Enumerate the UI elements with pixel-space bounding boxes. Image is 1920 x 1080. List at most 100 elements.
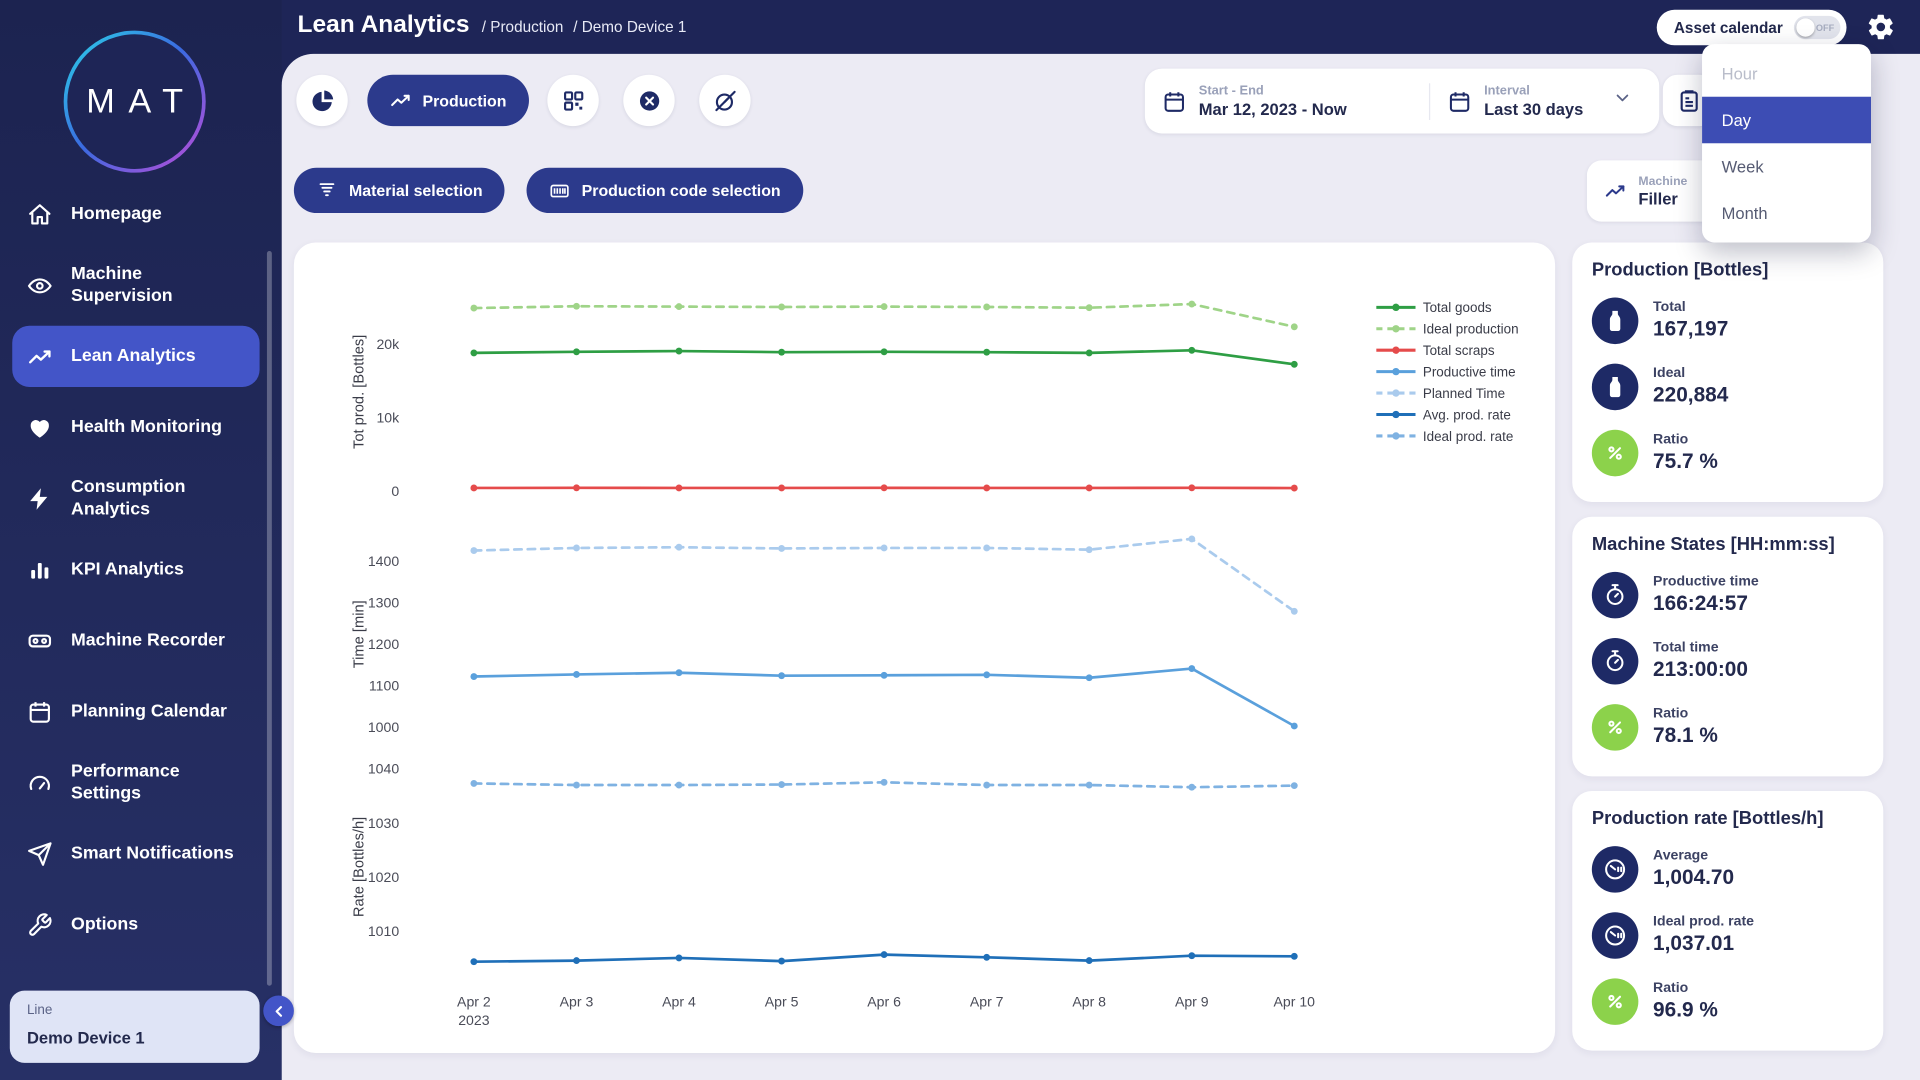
interval-dropdown: Hour Day Week Month [1702,44,1872,243]
stat-row-ideal: Ideal 220,884 [1591,354,1864,420]
material-filter-icon [319,182,335,196]
svg-text:1400: 1400 [368,553,399,569]
line-chart-icon [391,94,410,107]
sidebar-item-kpi-analytics[interactable]: KPI Analytics [12,539,259,600]
sidebar-item-label: Performance Settings [71,761,180,804]
ratio-icon [1591,978,1639,1025]
svg-text:Apr 10: Apr 10 [1274,994,1316,1010]
stat-card-title: Production rate [Bottles/h] [1591,808,1824,829]
stat-card-machine-states-hh-mm-ss: Machine States [HH:mm:ss] Productive time… [1572,516,1884,777]
sidebar-collapse-button[interactable] [263,995,294,1027]
barcode-icon [550,184,569,197]
toggle-state-label: OFF [1815,22,1835,34]
interval-option-hour[interactable]: Hour [1702,50,1871,97]
sidebar-item-machine-supervision[interactable]: Machine Supervision [12,255,259,316]
pie-chart-view-button[interactable] [296,74,348,127]
asset-calendar-label: Asset calendar [1673,18,1783,37]
sidebar-item-health-monitoring[interactable]: Health Monitoring [12,397,259,458]
svg-text:Apr 22023: Apr 2 2023 [457,994,491,1028]
material-selection-label: Material selection [348,181,483,200]
breadcrumb-item[interactable]: / Production [482,18,564,35]
main-content: Production Start - End Mar 12, 2023 - No… [281,53,1920,1080]
stat-row-ratio: Ratio 78.1 % [1591,694,1864,760]
settings-gear-icon[interactable] [1866,12,1898,44]
sidebar-menu: Homepage Machine Supervision Lean Analytic… [12,184,260,955]
stat-value: 220,884 [1653,383,1729,407]
qr-grid-view-button[interactable] [547,74,599,127]
interval-option-day[interactable]: Day [1702,96,1872,144]
machine-filter-label: Machine [1638,174,1688,188]
stat-value: 213:00:00 [1653,657,1748,681]
exclude-downtime-button[interactable] [699,74,751,127]
stat-value: 166:24:57 [1653,591,1748,615]
production-tab-button[interactable]: Production [367,74,529,127]
svg-text:Apr 7: Apr 7 [970,994,1004,1010]
device-selector-card[interactable]: Line Demo Device 1 [9,990,260,1063]
calendar-icon [1164,91,1184,112]
interval-option-month[interactable]: Month [1702,190,1871,237]
svg-text:20k: 20k [376,336,400,352]
chevron-down-icon [1613,88,1633,114]
sidebar-item-machine-recorder[interactable]: Machine Recorder [12,610,259,671]
production-code-selection-button[interactable]: Production code selection [526,167,803,214]
svg-text:1300: 1300 [368,594,399,610]
material-selection-button[interactable]: Material selection [293,167,505,214]
date-range-picker[interactable]: Start - End Mar 12, 2023 - Now [1145,83,1429,119]
svg-text:Time [min]: Time [min] [352,600,368,668]
sidebar-item-smart-notifications[interactable]: Smart Notifications [12,823,259,884]
svg-text:Apr 8: Apr 8 [1072,994,1106,1010]
machine-filter-value: Filler [1638,189,1678,208]
gauge-slash-icon [714,90,736,111]
breadcrumb-item[interactable]: / Demo Device 1 [573,18,686,35]
stat-row-ratio: Ratio 75.7 % [1591,420,1864,486]
sidebar-item-performance-settings[interactable]: Performance Settings [12,752,259,813]
stat-value: 75.7 % [1653,449,1718,473]
date-range-panel: Start - End Mar 12, 2023 - Now Interval … [1144,68,1660,134]
clear-filter-button[interactable] [623,74,675,127]
stat-label: Ratio [1653,432,1689,447]
sidebar-scrollbar[interactable] [266,251,272,986]
sidebar-item-homepage[interactable]: Homepage [12,184,259,245]
sidebar-item-label: Machine Recorder [71,630,225,651]
bottle-icon [1591,297,1639,345]
svg-text:1100: 1100 [369,677,399,693]
svg-text:1200: 1200 [368,636,399,652]
sidebar-item-planning-calendar[interactable]: Planning Calendar [12,681,259,742]
production-code-selection-label: Production code selection [581,181,781,200]
home-icon [27,201,54,227]
stat-value: 78.1 % [1653,723,1718,747]
asset-calendar-toggle-pill[interactable]: Asset calendar OFF [1656,9,1847,46]
toggle-knob [1796,18,1815,37]
qr-grid-icon [563,90,583,111]
date-range-label: Start - End [1198,83,1264,98]
stats-panel: Production [Bottles] Total 167,197 Ideal 220… [1572,242,1884,1065]
stat-value: 167,197 [1653,317,1729,341]
device-card-value: Demo Device 1 [26,1028,145,1047]
sidebar-item-label: KPI Analytics [71,559,184,580]
trend-icon [27,343,54,369]
eye-icon [27,272,54,298]
breadcrumb: / Production / Demo Device 1 [482,18,687,35]
line-chart-icon [1605,185,1625,197]
stat-label: Ratio [1653,706,1689,722]
sidebar-item-options[interactable]: Options [12,894,259,955]
svg-text:1010: 1010 [368,923,399,939]
svg-text:Tot prod. [Bottles]: Tot prod. [Bottles] [352,335,368,449]
bolt-icon [27,486,54,512]
interval-option-week[interactable]: Week [1702,143,1871,190]
stat-label: Productive time [1653,574,1759,589]
svg-text:1030: 1030 [368,815,399,831]
sidebar-item-consumption-analytics[interactable]: Consumption Analytics [12,468,259,529]
asset-calendar-switch[interactable]: OFF [1793,15,1841,40]
svg-text:1040: 1040 [368,761,399,777]
interval-picker[interactable]: Interval Last 30 days [1430,83,1649,119]
svg-text:Productive time: Productive time [1423,365,1516,380]
heart-icon [27,414,54,440]
svg-text:Ideal production: Ideal production [1423,322,1519,337]
stat-card-production-rate-bottles-h: Production rate [Bottles/h] Average 1,004.… [1572,791,1884,1051]
sidebar-item-label: Machine Supervision [71,264,173,307]
ratemeter-icon [1591,846,1639,893]
sidebar: MAT Homepage Machine Supervision Lean Anal… [0,0,282,1080]
sidebar-item-lean-analytics[interactable]: Lean Analytics [12,325,260,387]
stat-card-production-bottles: Production [Bottles] Total 167,197 Ideal 220… [1572,242,1884,503]
